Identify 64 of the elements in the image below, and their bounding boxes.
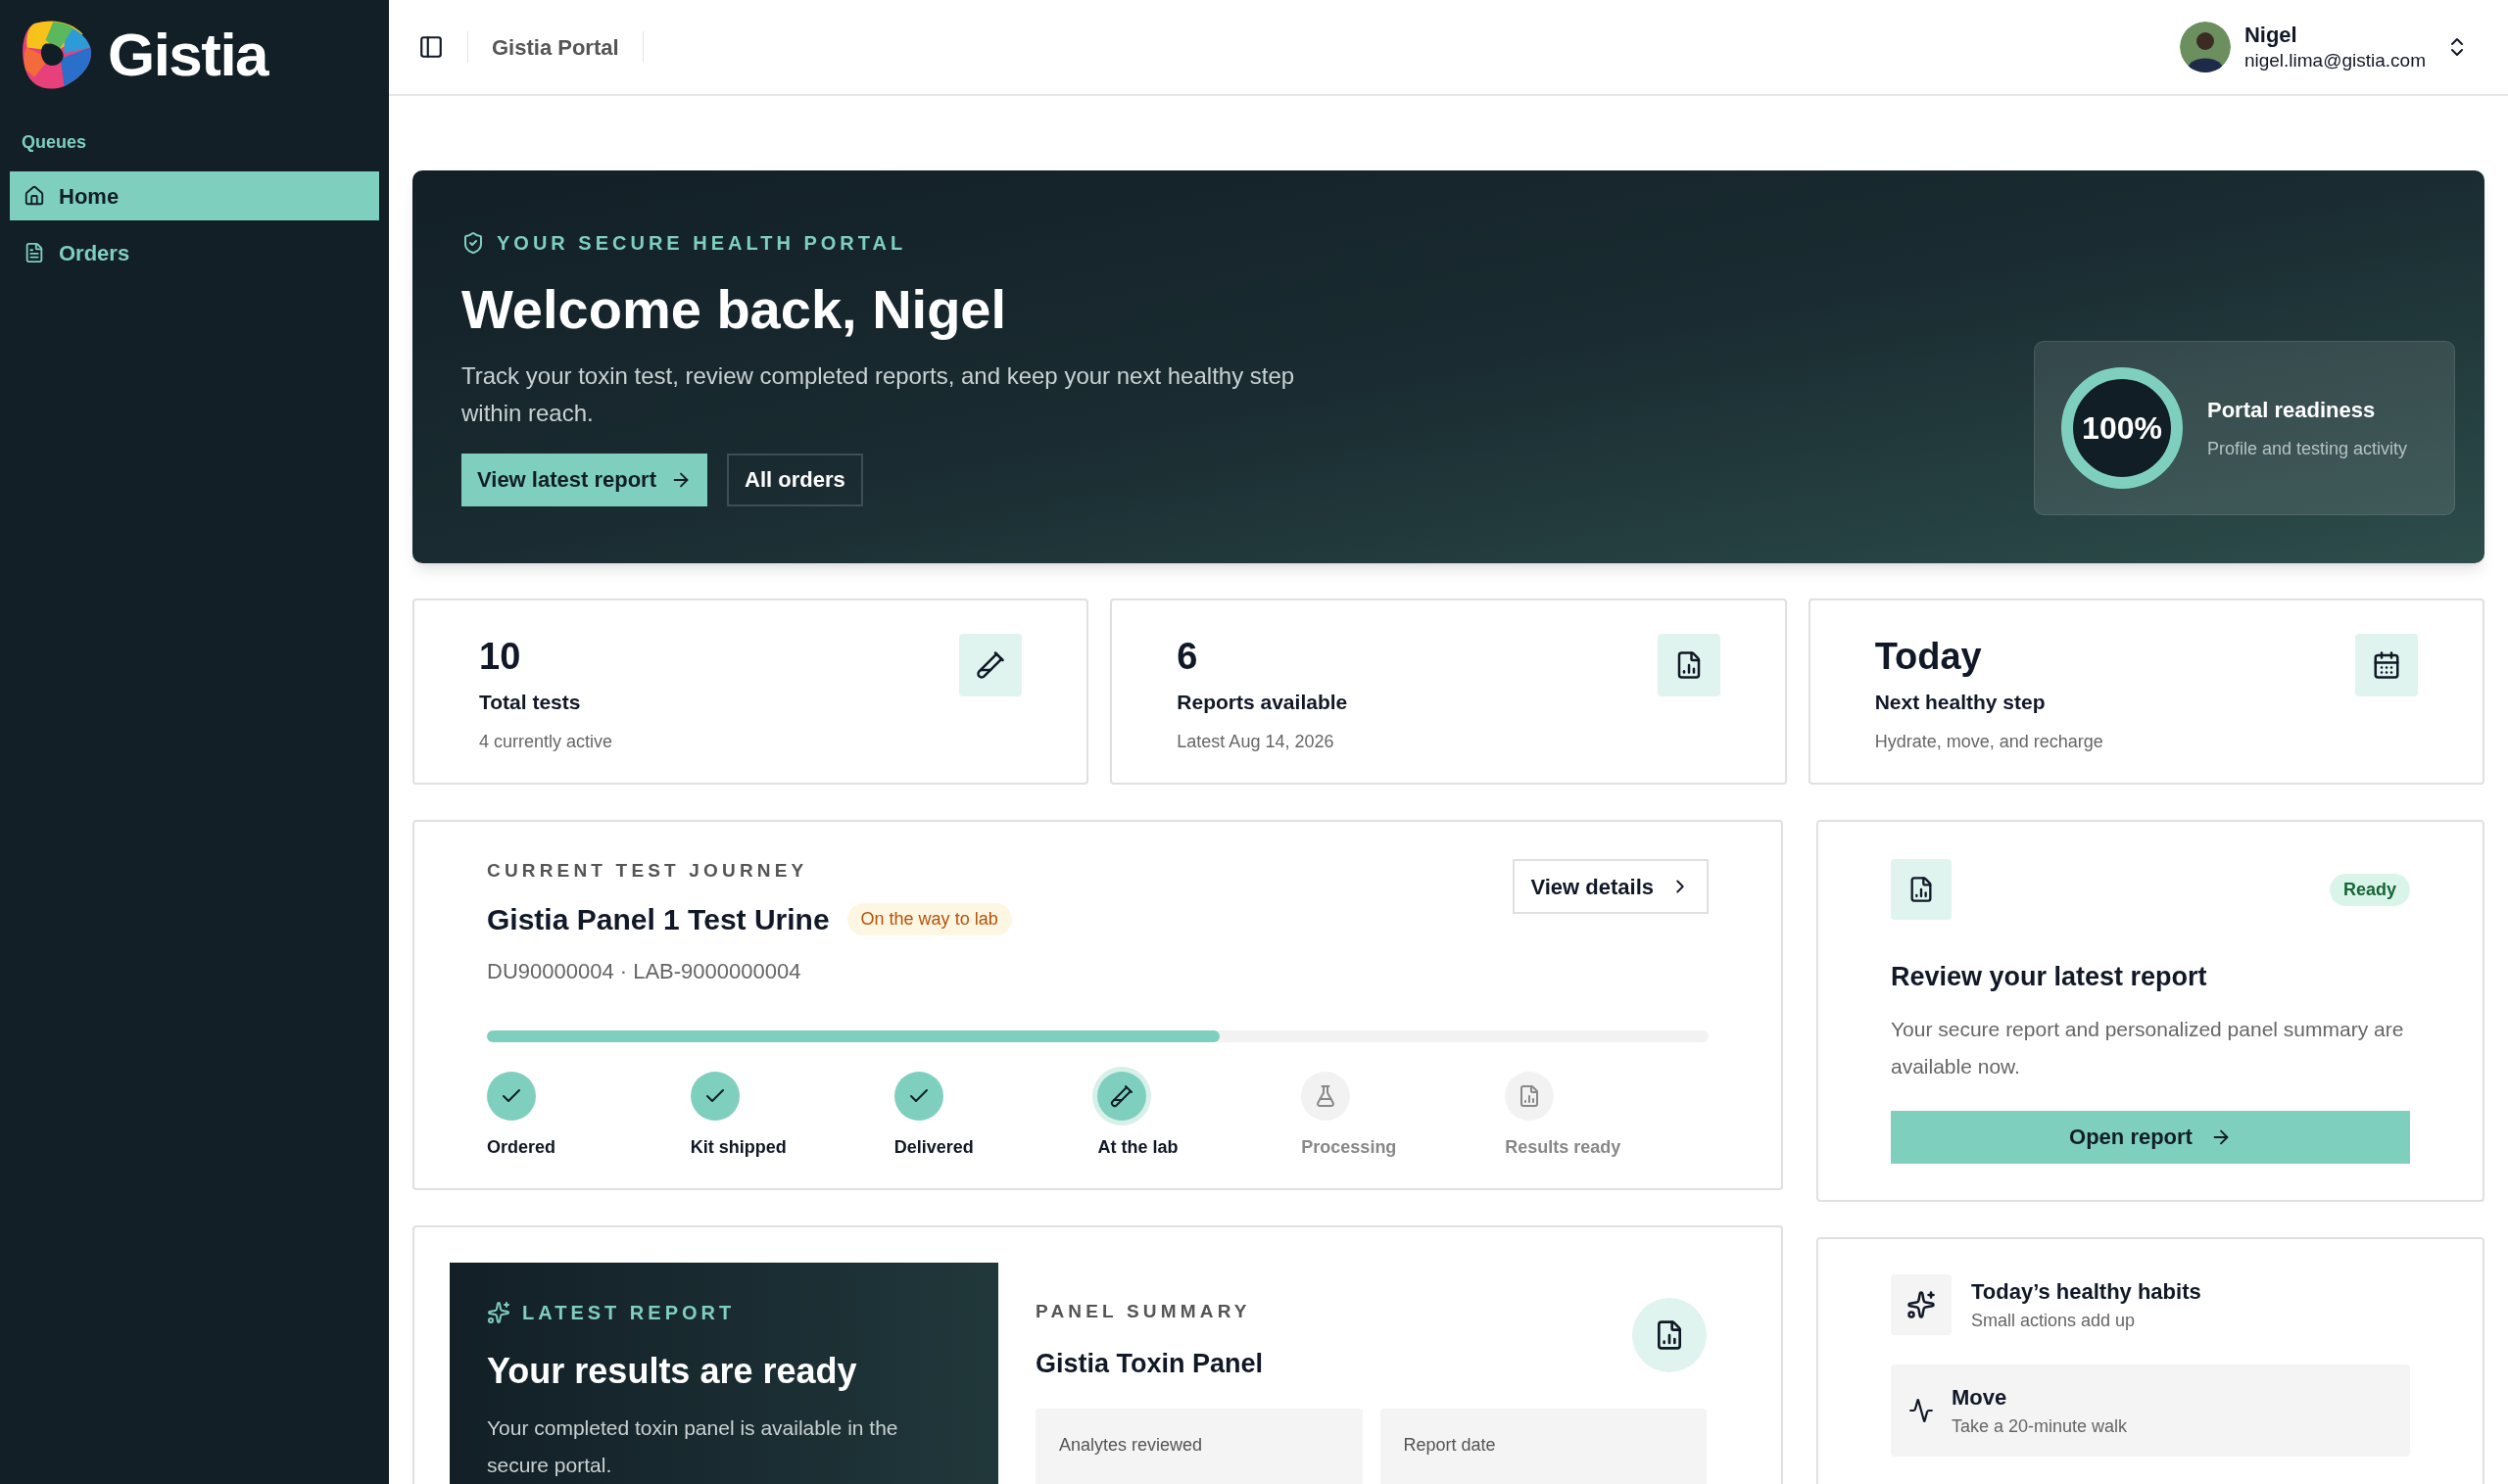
- stat-value: Today: [1874, 635, 1983, 679]
- view-details-button[interactable]: View details: [1513, 859, 1709, 914]
- summary-field: Report date: [1379, 1409, 1707, 1484]
- habit-text: Take a 20-minute walk: [1952, 1415, 2128, 1438]
- pulse-icon: [1908, 1398, 1934, 1423]
- habits-title: Today’s healthy habits: [1971, 1278, 2201, 1306]
- open-report-button[interactable]: Open report: [1891, 1110, 2410, 1164]
- view-report-button[interactable]: View latest report: [461, 453, 707, 506]
- nav-item[interactable]: Home: [10, 171, 379, 220]
- step-label: Ordered: [487, 1135, 556, 1159]
- status-badge: On the way to lab: [846, 902, 1012, 935]
- summary-field: Analytes reviewed: [1036, 1409, 1363, 1484]
- test-tube-icon: [959, 634, 1023, 696]
- step-label: At the lab: [1097, 1135, 1179, 1159]
- calendar-icon: [2355, 634, 2418, 696]
- summary-title: Gistia Toxin Panel: [1036, 1347, 1264, 1380]
- step-label: Processing: [1301, 1135, 1397, 1159]
- test-name: Gistia Panel 1 Test Urine: [487, 901, 830, 937]
- latest-text: Your completed toxin panel is available in the secure portal.: [487, 1415, 899, 1478]
- sparkle-icon: [487, 1301, 510, 1324]
- page-title: Gistia Portal: [492, 33, 619, 62]
- review-text: Your secure report and personalized panel summary are available now.: [1891, 1016, 2405, 1079]
- readiness-title: Portal readiness: [2207, 396, 2377, 424]
- test-tube-icon: [1110, 1083, 1134, 1108]
- all-orders-button[interactable]: All orders: [727, 453, 863, 506]
- stat-value: 10: [479, 635, 522, 679]
- hero-eyebrow: YOUR SECURE HEALTH PORTAL: [497, 230, 907, 256]
- review-title: Review your latest report: [1891, 961, 2208, 993]
- avatar[interactable]: [2179, 22, 2231, 72]
- readiness-value: 100%: [2082, 411, 2162, 444]
- hero-title: Welcome back, Nigel: [461, 276, 1008, 342]
- summary-eyebrow: PANEL SUMMARY: [1036, 1300, 1252, 1323]
- journey-eyebrow: CURRENT TEST JOURNEY: [487, 859, 809, 883]
- shield-icon: [461, 230, 485, 255]
- user-email: nigel.lima@gistia.com: [2243, 48, 2426, 72]
- user-name: Nigel: [2243, 22, 2298, 49]
- nav-item[interactable]: Orders: [10, 228, 379, 277]
- habits-subtitle: Small actions add up: [1971, 1310, 2137, 1332]
- report-icon: [1891, 859, 1952, 920]
- document-icon: [24, 242, 45, 263]
- stat-subtext: 4 currently active: [479, 731, 613, 753]
- report-icon: [1657, 634, 1720, 696]
- test-ids: DU90000004 · LAB-9000000004: [487, 957, 802, 985]
- step-label: Kit shipped: [690, 1135, 787, 1159]
- latest-eyebrow: LATEST REPORT: [522, 1301, 736, 1325]
- habit-title: Move: [1952, 1384, 2008, 1412]
- brand-name: Gistia: [108, 24, 267, 85]
- stat-value: 6: [1177, 635, 1199, 679]
- stat-subtext: Hydrate, move, and recharge: [1874, 731, 2103, 753]
- stat-label: Reports available: [1177, 689, 1348, 715]
- step-label: Delivered: [893, 1135, 974, 1159]
- logo-icon: [20, 18, 94, 92]
- readiness-subtitle: Profile and testing activity: [2207, 437, 2408, 460]
- sparkle-icon: [1891, 1274, 1952, 1335]
- hero-text: Track your toxin test, review completed reports, and keep your next healthy step within reach.: [461, 360, 1296, 428]
- home-icon: [24, 185, 45, 207]
- step-label: Results ready: [1505, 1135, 1621, 1159]
- stat-subtext: Latest Aug 14, 2026: [1177, 731, 1335, 753]
- ready-badge: Ready: [2329, 873, 2410, 906]
- latest-title: Your results are ready: [487, 1350, 858, 1393]
- section-label: Queues: [21, 131, 88, 154]
- stat-label: Next healthy step: [1874, 689, 2047, 715]
- stat-label: Total tests: [479, 689, 582, 715]
- sidebar-toggle-icon[interactable]: [418, 34, 444, 60]
